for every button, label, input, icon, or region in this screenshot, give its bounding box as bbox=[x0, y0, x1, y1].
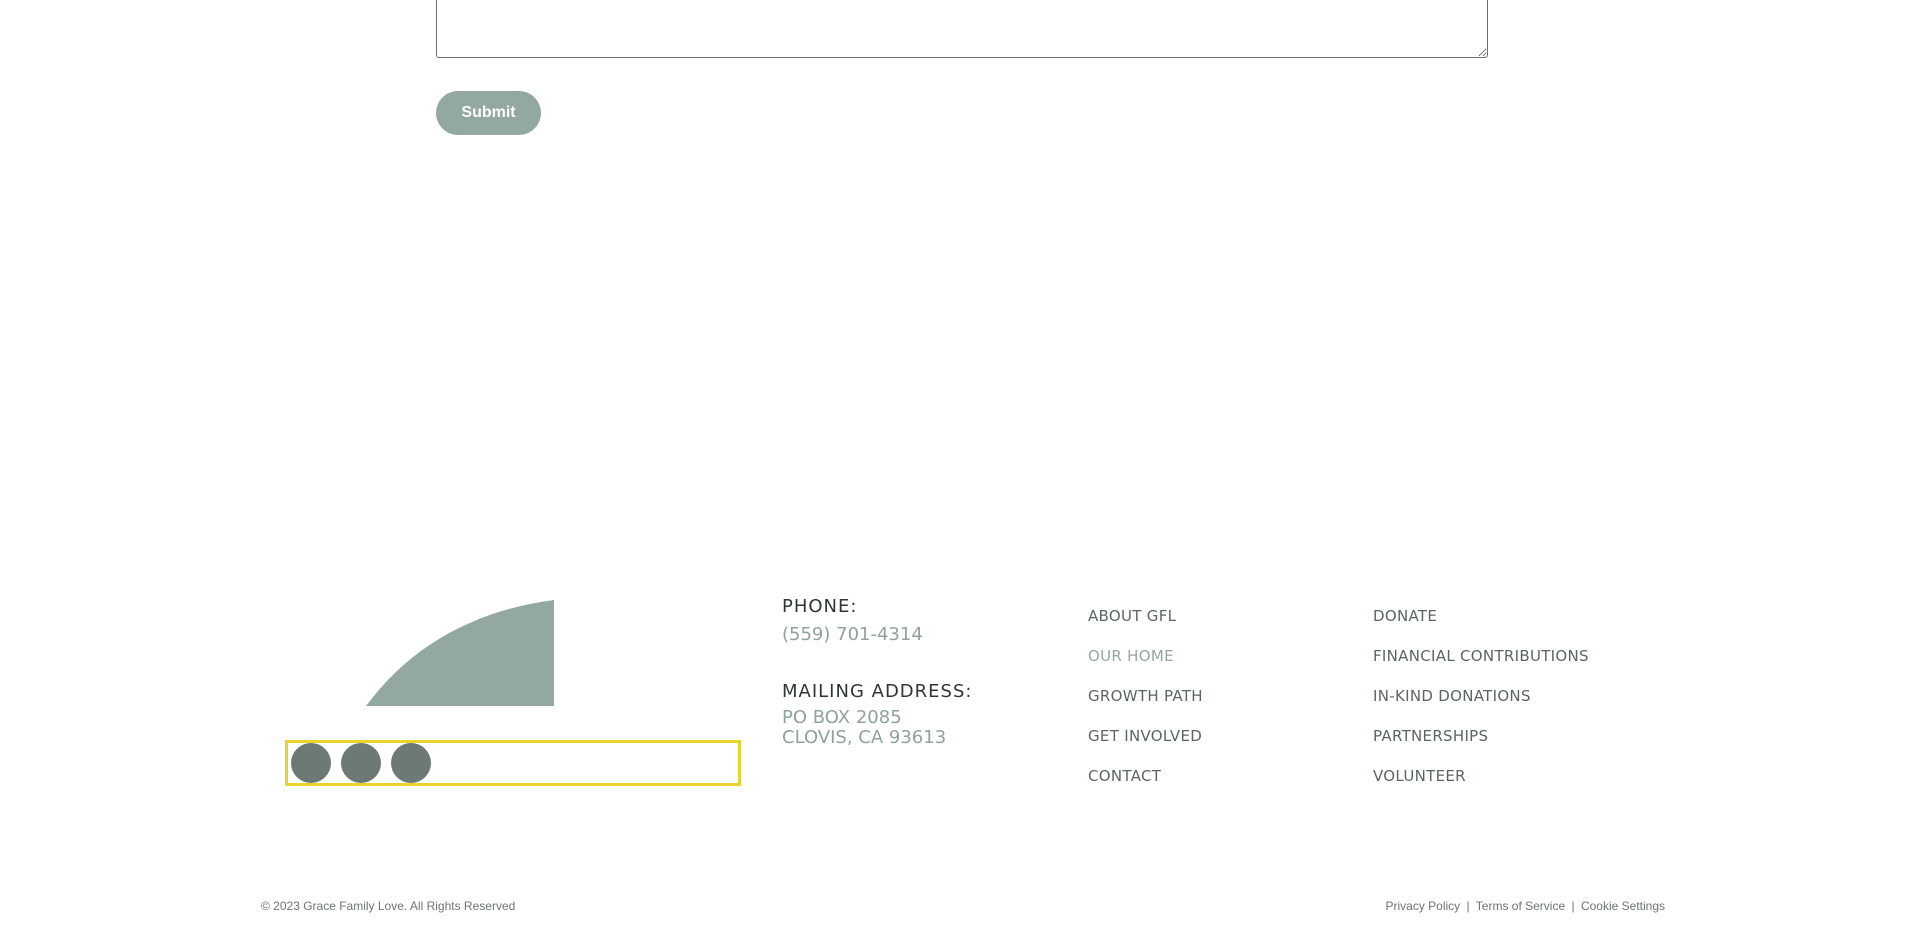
leaf-logo-icon[interactable] bbox=[366, 600, 554, 706]
nav-about-gfl[interactable]: ABOUT GFL bbox=[1088, 606, 1203, 646]
mailing-label: MAILING ADDRESS: bbox=[782, 681, 973, 702]
nav-our-home[interactable]: OUR HOME bbox=[1088, 646, 1203, 686]
mail-line-2: CLOVIS, CA 93613 bbox=[782, 727, 947, 748]
nav-in-kind-donations[interactable]: IN-KIND DONATIONS bbox=[1373, 686, 1589, 726]
legal-links: Privacy Policy | Terms of Service | Cook… bbox=[1386, 899, 1666, 913]
footer-nav-primary: ABOUT GFL OUR HOME GROWTH PATH GET INVOL… bbox=[1088, 606, 1203, 806]
footer-nav-secondary: DONATE FINANCIAL CONTRIBUTIONS IN-KIND D… bbox=[1373, 606, 1589, 806]
phone-link[interactable]: (559) 701-4314 bbox=[782, 625, 923, 645]
nav-growth-path[interactable]: GROWTH PATH bbox=[1088, 686, 1203, 726]
social-icon[interactable] bbox=[391, 743, 431, 783]
nav-donate[interactable]: DONATE bbox=[1373, 606, 1589, 646]
phone-label: PHONE: bbox=[782, 596, 858, 617]
nav-financial-contributions[interactable]: FINANCIAL CONTRIBUTIONS bbox=[1373, 646, 1589, 686]
nav-partnerships[interactable]: PARTNERSHIPS bbox=[1373, 726, 1589, 766]
message-textarea[interactable] bbox=[436, 0, 1488, 58]
cookie-settings-link[interactable]: Cookie Settings bbox=[1581, 899, 1665, 913]
mailing-address: MAILING ADDRESS: PO BOX 2085 CLOVIS, CA … bbox=[782, 681, 972, 748]
legal-separator: | bbox=[1466, 899, 1470, 913]
mail-line-1: PO BOX 2085 bbox=[782, 707, 902, 728]
copyright-text: © 2023 Grace Family Love. All Rights Res… bbox=[261, 899, 516, 913]
terms-of-service-link[interactable]: Terms of Service bbox=[1476, 899, 1565, 913]
nav-contact[interactable]: CONTACT bbox=[1088, 766, 1203, 806]
nav-volunteer[interactable]: VOLUNTEER bbox=[1373, 766, 1589, 806]
privacy-policy-link[interactable]: Privacy Policy bbox=[1386, 899, 1461, 913]
social-icon[interactable] bbox=[341, 743, 381, 783]
social-icon[interactable] bbox=[291, 743, 331, 783]
legal-separator: | bbox=[1571, 899, 1575, 913]
phone-contact: PHONE: (559) 701-4314 bbox=[782, 596, 923, 645]
page: Submit PHONE: (559) 701-4314 MAILING ADD… bbox=[0, 0, 1920, 945]
submit-button[interactable]: Submit bbox=[436, 91, 541, 135]
social-links bbox=[285, 740, 741, 786]
nav-get-involved[interactable]: GET INVOLVED bbox=[1088, 726, 1203, 766]
